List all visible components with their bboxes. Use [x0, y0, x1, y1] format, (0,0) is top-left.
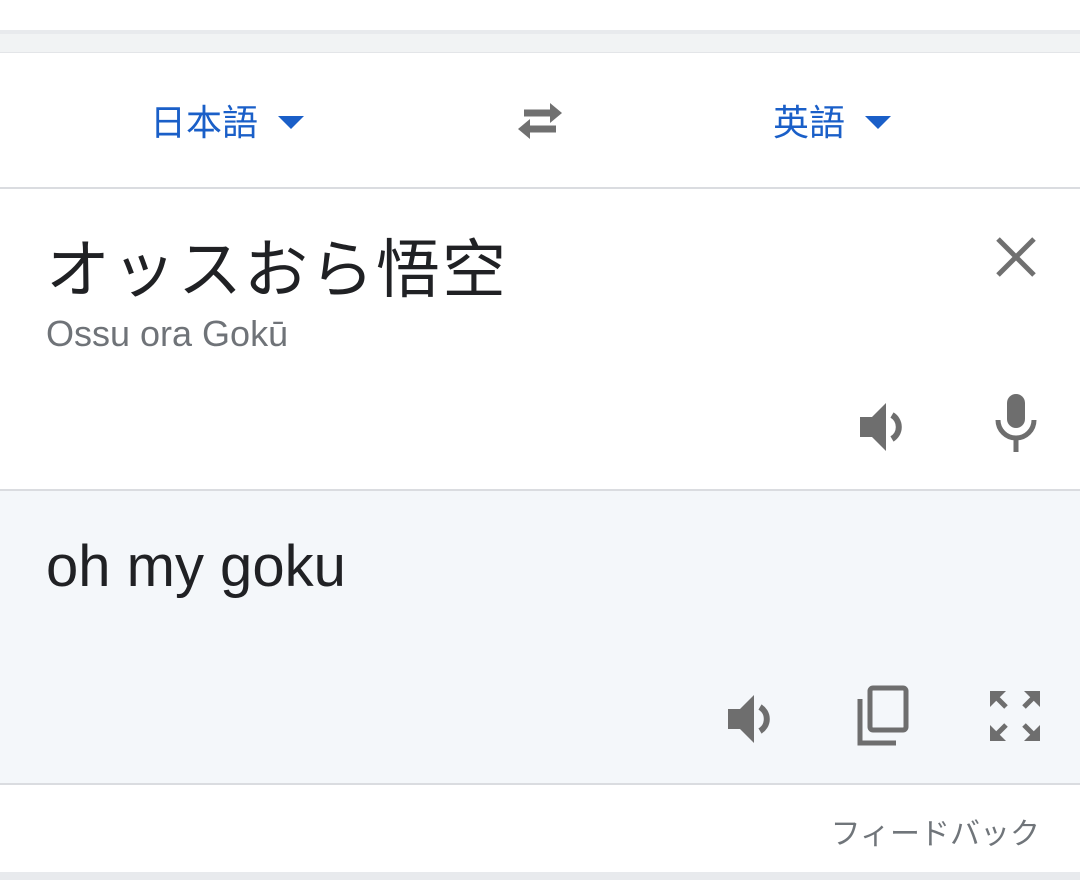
swap-icon: [518, 103, 562, 139]
clear-text-button[interactable]: [988, 229, 1044, 285]
translation-output-area: oh my goku: [0, 491, 1080, 785]
target-language-selector[interactable]: 英語: [773, 95, 892, 145]
divider: [0, 30, 1080, 34]
copy-icon: [857, 685, 909, 746]
volume-icon: [728, 695, 770, 743]
caret-down-icon: [865, 115, 892, 129]
swap-languages-button[interactable]: [510, 95, 570, 145]
source-romanization: Ossu ora Gokū: [46, 313, 289, 354]
microphone-icon: [995, 394, 1037, 452]
listen-source-button[interactable]: [852, 395, 916, 459]
translated-text[interactable]: oh my goku: [46, 533, 346, 600]
volume-icon: [860, 403, 902, 451]
fullscreen-icon: [990, 691, 1040, 741]
caret-down-icon: [278, 115, 305, 129]
close-icon: [996, 237, 1036, 277]
translate-card: 日本語 英語 オッスおら悟空 Ossu ora Gokū oh my goku …: [0, 52, 1080, 873]
copy-translation-button[interactable]: [852, 683, 912, 749]
target-language-label: 英語: [773, 103, 846, 144]
fullscreen-button[interactable]: [984, 685, 1046, 747]
feedback-link[interactable]: フィードバック: [831, 809, 1040, 853]
source-input-area[interactable]: オッスおら悟空 Ossu ora Gokū: [0, 189, 1080, 491]
listen-translation-button[interactable]: [720, 687, 784, 751]
source-language-selector[interactable]: 日本語: [150, 95, 305, 145]
voice-input-button[interactable]: [984, 389, 1048, 459]
source-language-label: 日本語: [150, 103, 259, 144]
divider: [0, 872, 1080, 880]
source-text[interactable]: オッスおら悟空: [46, 219, 508, 311]
language-bar: 日本語 英語: [0, 53, 1080, 189]
top-strip: [0, 0, 1080, 30]
